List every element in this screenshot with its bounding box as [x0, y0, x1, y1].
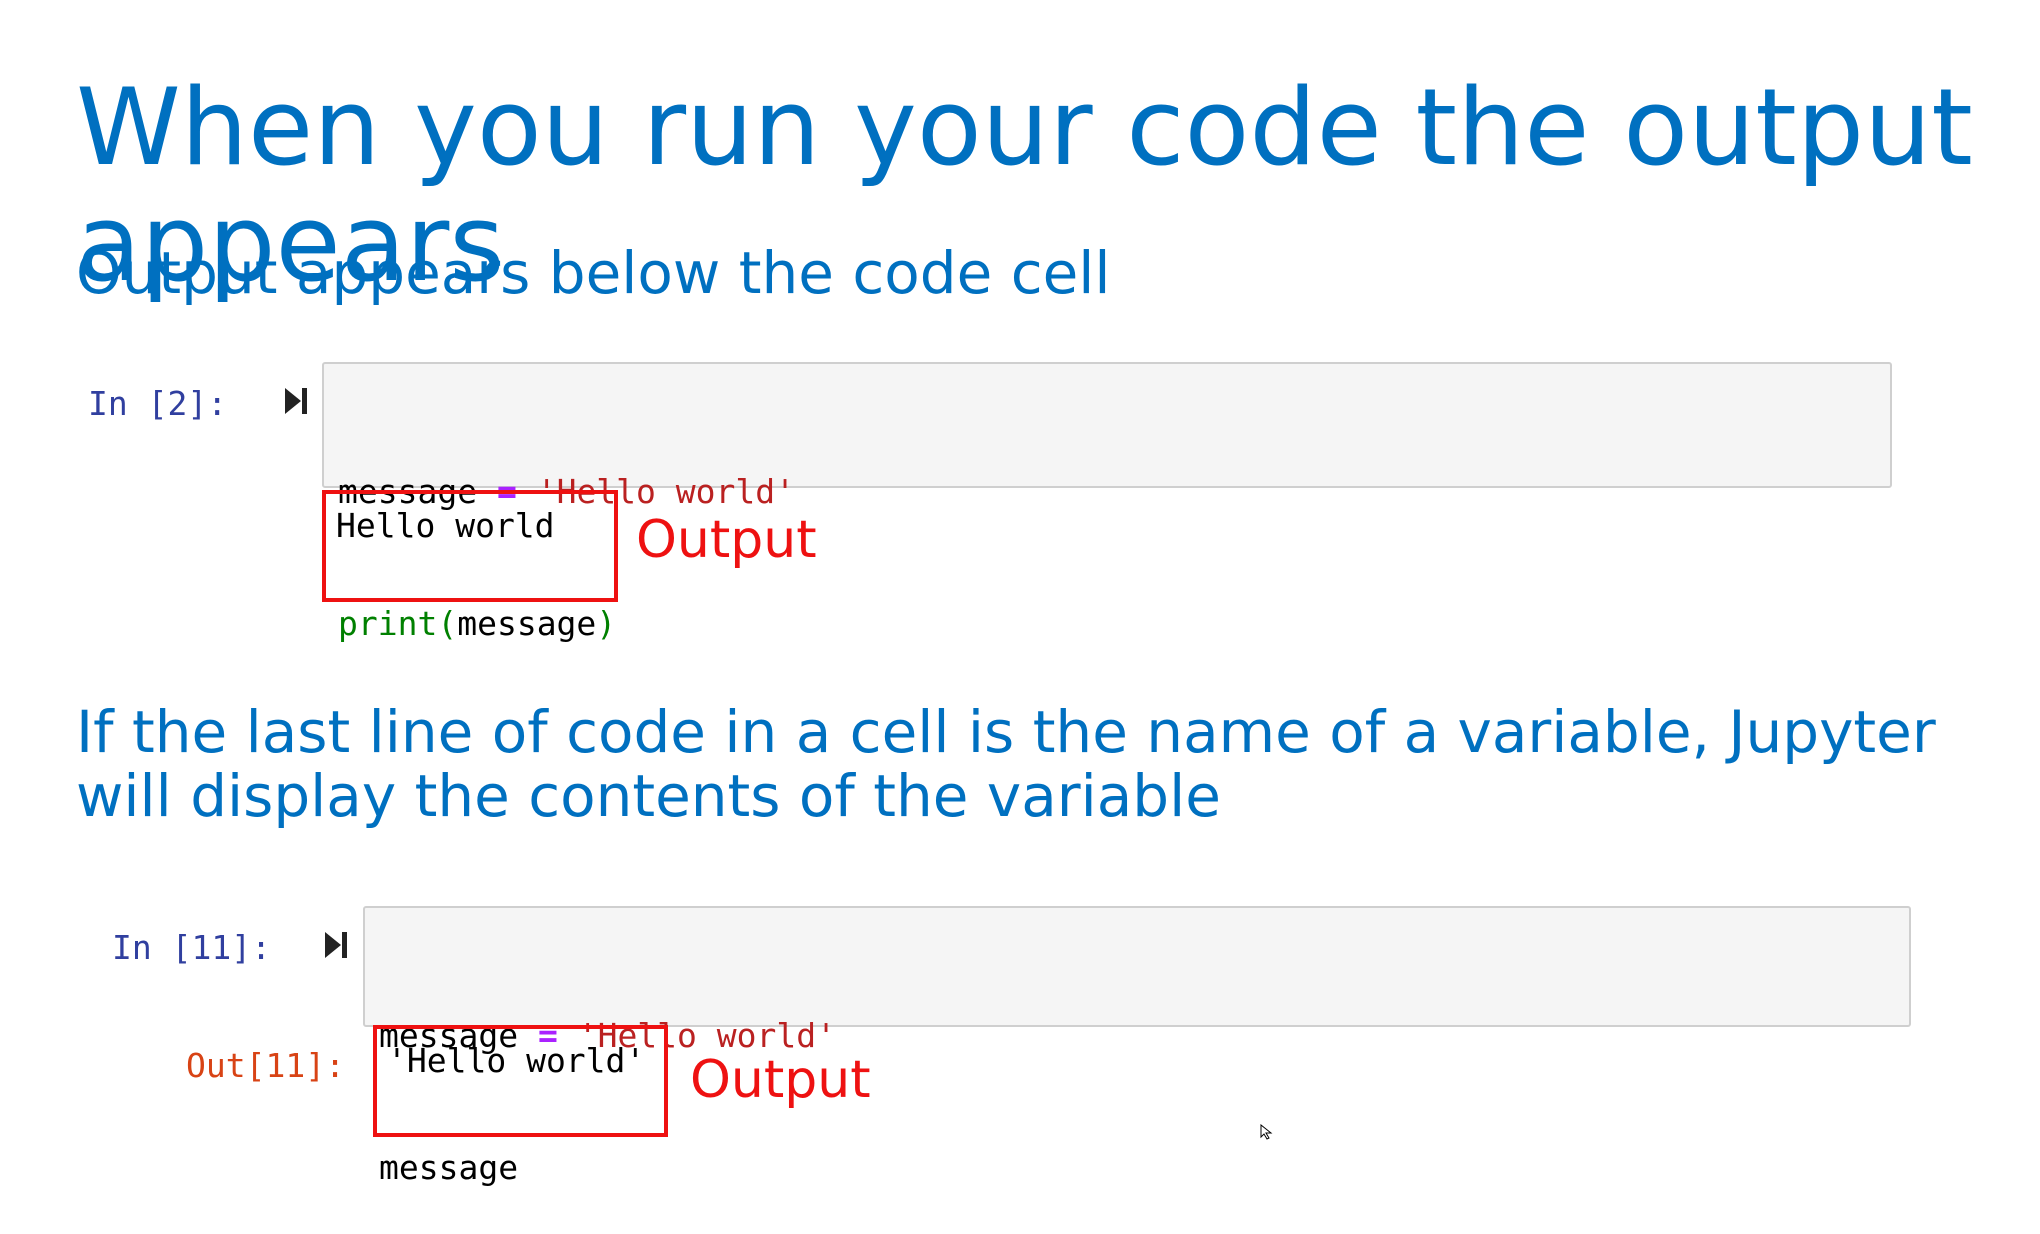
- code-argument: message: [457, 604, 597, 643]
- slide-body-text: If the last line of code in a cell is th…: [76, 698, 1936, 830]
- cell2-out-prompt: Out[11]:: [186, 1046, 345, 1085]
- cell1-in-prompt: In [2]:: [88, 384, 228, 423]
- cell1-output-box: Hello world: [322, 490, 618, 602]
- cell1-output-label: Output: [636, 510, 817, 570]
- cell2-output-label: Output: [690, 1050, 871, 1110]
- run-cell-icon[interactable]: [283, 386, 309, 416]
- cell2-in-prompt: In [11]:: [112, 928, 271, 967]
- cell2-code-area[interactable]: message = 'Hello world' message: [363, 906, 1911, 1187]
- cell2-code-line-2: message: [379, 1148, 519, 1187]
- cell1-code-line-2: print(message): [338, 602, 1876, 646]
- code-paren-close: ): [596, 604, 617, 643]
- code-builtin: print: [338, 604, 438, 643]
- mouse-cursor-icon: [1260, 1124, 1273, 1140]
- slide-subtitle: Output appears below the code cell: [76, 239, 1111, 307]
- code-paren-open: (: [437, 604, 458, 643]
- cell2-output-box: 'Hello world': [373, 1025, 668, 1137]
- run-cell-icon[interactable]: [323, 930, 349, 960]
- cell1-code-area[interactable]: message = 'Hello world' print(message): [322, 362, 1892, 643]
